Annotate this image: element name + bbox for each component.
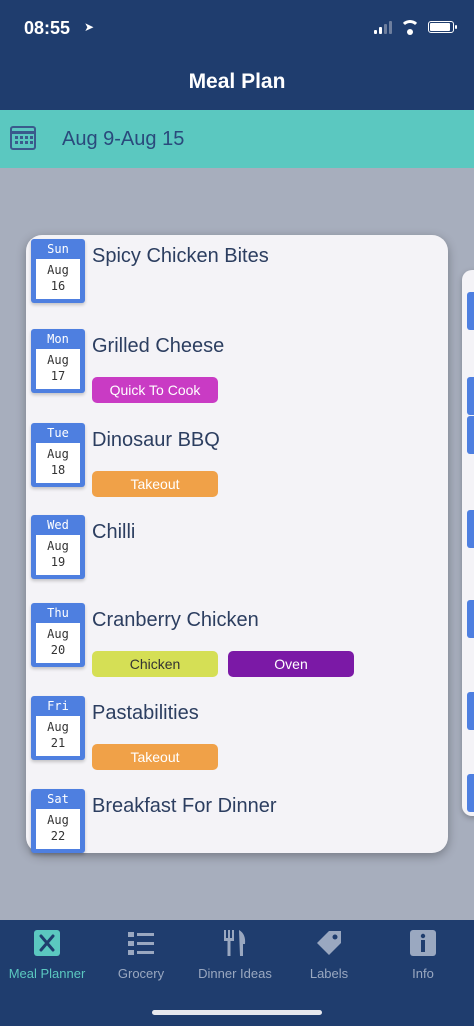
day-of-week: Wed	[47, 518, 69, 532]
info-icon	[410, 930, 436, 956]
meal-name[interactable]: Breakfast For Dinner	[92, 795, 277, 818]
location-arrow-icon: ➤	[84, 20, 95, 34]
date-month: Aug	[47, 627, 69, 641]
tab-meal-planner[interactable]: Meal Planner	[0, 928, 94, 981]
date-box: Aug 22	[36, 809, 80, 849]
cellular-signal-icon	[374, 20, 392, 34]
date-month: Aug	[47, 813, 69, 827]
tab-label: Dinner Ideas	[198, 966, 272, 981]
tag-icon	[317, 931, 341, 955]
date-chip: Fri Aug 21	[31, 696, 85, 760]
date-month: Aug	[47, 447, 69, 461]
home-indicator	[152, 1010, 322, 1015]
grocery-list-icon	[128, 932, 154, 955]
day-of-week: Fri	[47, 699, 69, 713]
day-of-week: Thu	[47, 606, 69, 620]
week-card[interactable]: Sun Aug 16 Spicy Chicken Bites Mon Aug 17 Grill…	[26, 235, 448, 853]
date-month: Aug	[47, 353, 69, 367]
date-chip: Sun Aug 16	[31, 239, 85, 303]
tab-label: Labels	[309, 966, 349, 981]
meal-name[interactable]: Grilled Cheese	[92, 335, 224, 358]
meal-name[interactable]: Spicy Chicken Bites	[92, 245, 269, 268]
day-of-week: Tue	[47, 426, 69, 440]
week-range[interactable]: Aug 9-Aug 15	[62, 128, 184, 151]
date-chip: Wed Aug 19	[31, 515, 85, 579]
date-day: 22	[50, 829, 66, 843]
page-title: Meal Plan	[188, 70, 286, 93]
tab-label: Meal Planner	[8, 966, 86, 981]
date-box: Aug 21	[36, 716, 80, 756]
fork-knife-icon	[224, 930, 246, 956]
label-tag[interactable]: Takeout	[92, 744, 218, 770]
date-box: Aug 20	[36, 623, 80, 663]
date-box: Aug 19	[36, 535, 80, 575]
date-day: 19	[50, 555, 66, 569]
date-day: 20	[50, 643, 66, 657]
day-of-week: Sun	[47, 242, 69, 256]
status-time: 08:55	[24, 18, 71, 38]
meal-name[interactable]: Dinosaur BBQ	[92, 429, 220, 452]
meal-name[interactable]: Chilli	[92, 521, 135, 544]
date-box: Aug 17	[36, 349, 80, 389]
navigation-bar: 08:55 ➤ Meal Plan	[0, 0, 474, 110]
battery-icon	[428, 21, 457, 33]
label-tag[interactable]: Oven	[228, 651, 354, 677]
meal-name[interactable]: Pastabilities	[92, 702, 199, 725]
tab-dinner-ideas[interactable]: Dinner Ideas	[188, 928, 282, 981]
tab-grocery[interactable]: Grocery	[94, 928, 188, 981]
date-month: Aug	[47, 720, 69, 734]
date-box: Aug 18	[36, 443, 80, 483]
date-chip: Sat Aug 22	[31, 789, 85, 853]
date-day: 18	[50, 463, 66, 477]
label-tag[interactable]: Quick To Cook	[92, 377, 218, 403]
status-indicators	[374, 20, 457, 35]
date-month: Aug	[47, 263, 69, 277]
tab-label: Grocery	[117, 966, 165, 981]
meal-name[interactable]: Cranberry Chicken	[92, 609, 259, 632]
label-tag[interactable]: Chicken	[92, 651, 218, 677]
label-tag[interactable]: Takeout	[92, 471, 218, 497]
date-chip: Mon Aug 17	[31, 329, 85, 393]
date-box: Aug 16	[36, 259, 80, 299]
date-chip: Tue Aug 18	[31, 423, 85, 487]
date-day: 21	[50, 736, 66, 750]
date-chip: Thu Aug 20	[31, 603, 85, 667]
date-day: 17	[50, 369, 66, 383]
wifi-icon	[400, 20, 420, 35]
day-of-week: Sat	[47, 792, 69, 806]
next-week-card[interactable]	[462, 270, 474, 816]
calendar-icon[interactable]	[10, 126, 36, 150]
meal-planner-icon	[34, 930, 60, 956]
tab-label: Info	[412, 966, 434, 981]
week-selector[interactable]: Aug 9-Aug 15	[0, 110, 474, 168]
date-month: Aug	[47, 539, 69, 553]
day-of-week: Mon	[47, 332, 69, 346]
tab-labels[interactable]: Labels	[282, 928, 376, 981]
tab-info[interactable]: Info	[376, 928, 470, 981]
date-day: 16	[50, 279, 66, 293]
